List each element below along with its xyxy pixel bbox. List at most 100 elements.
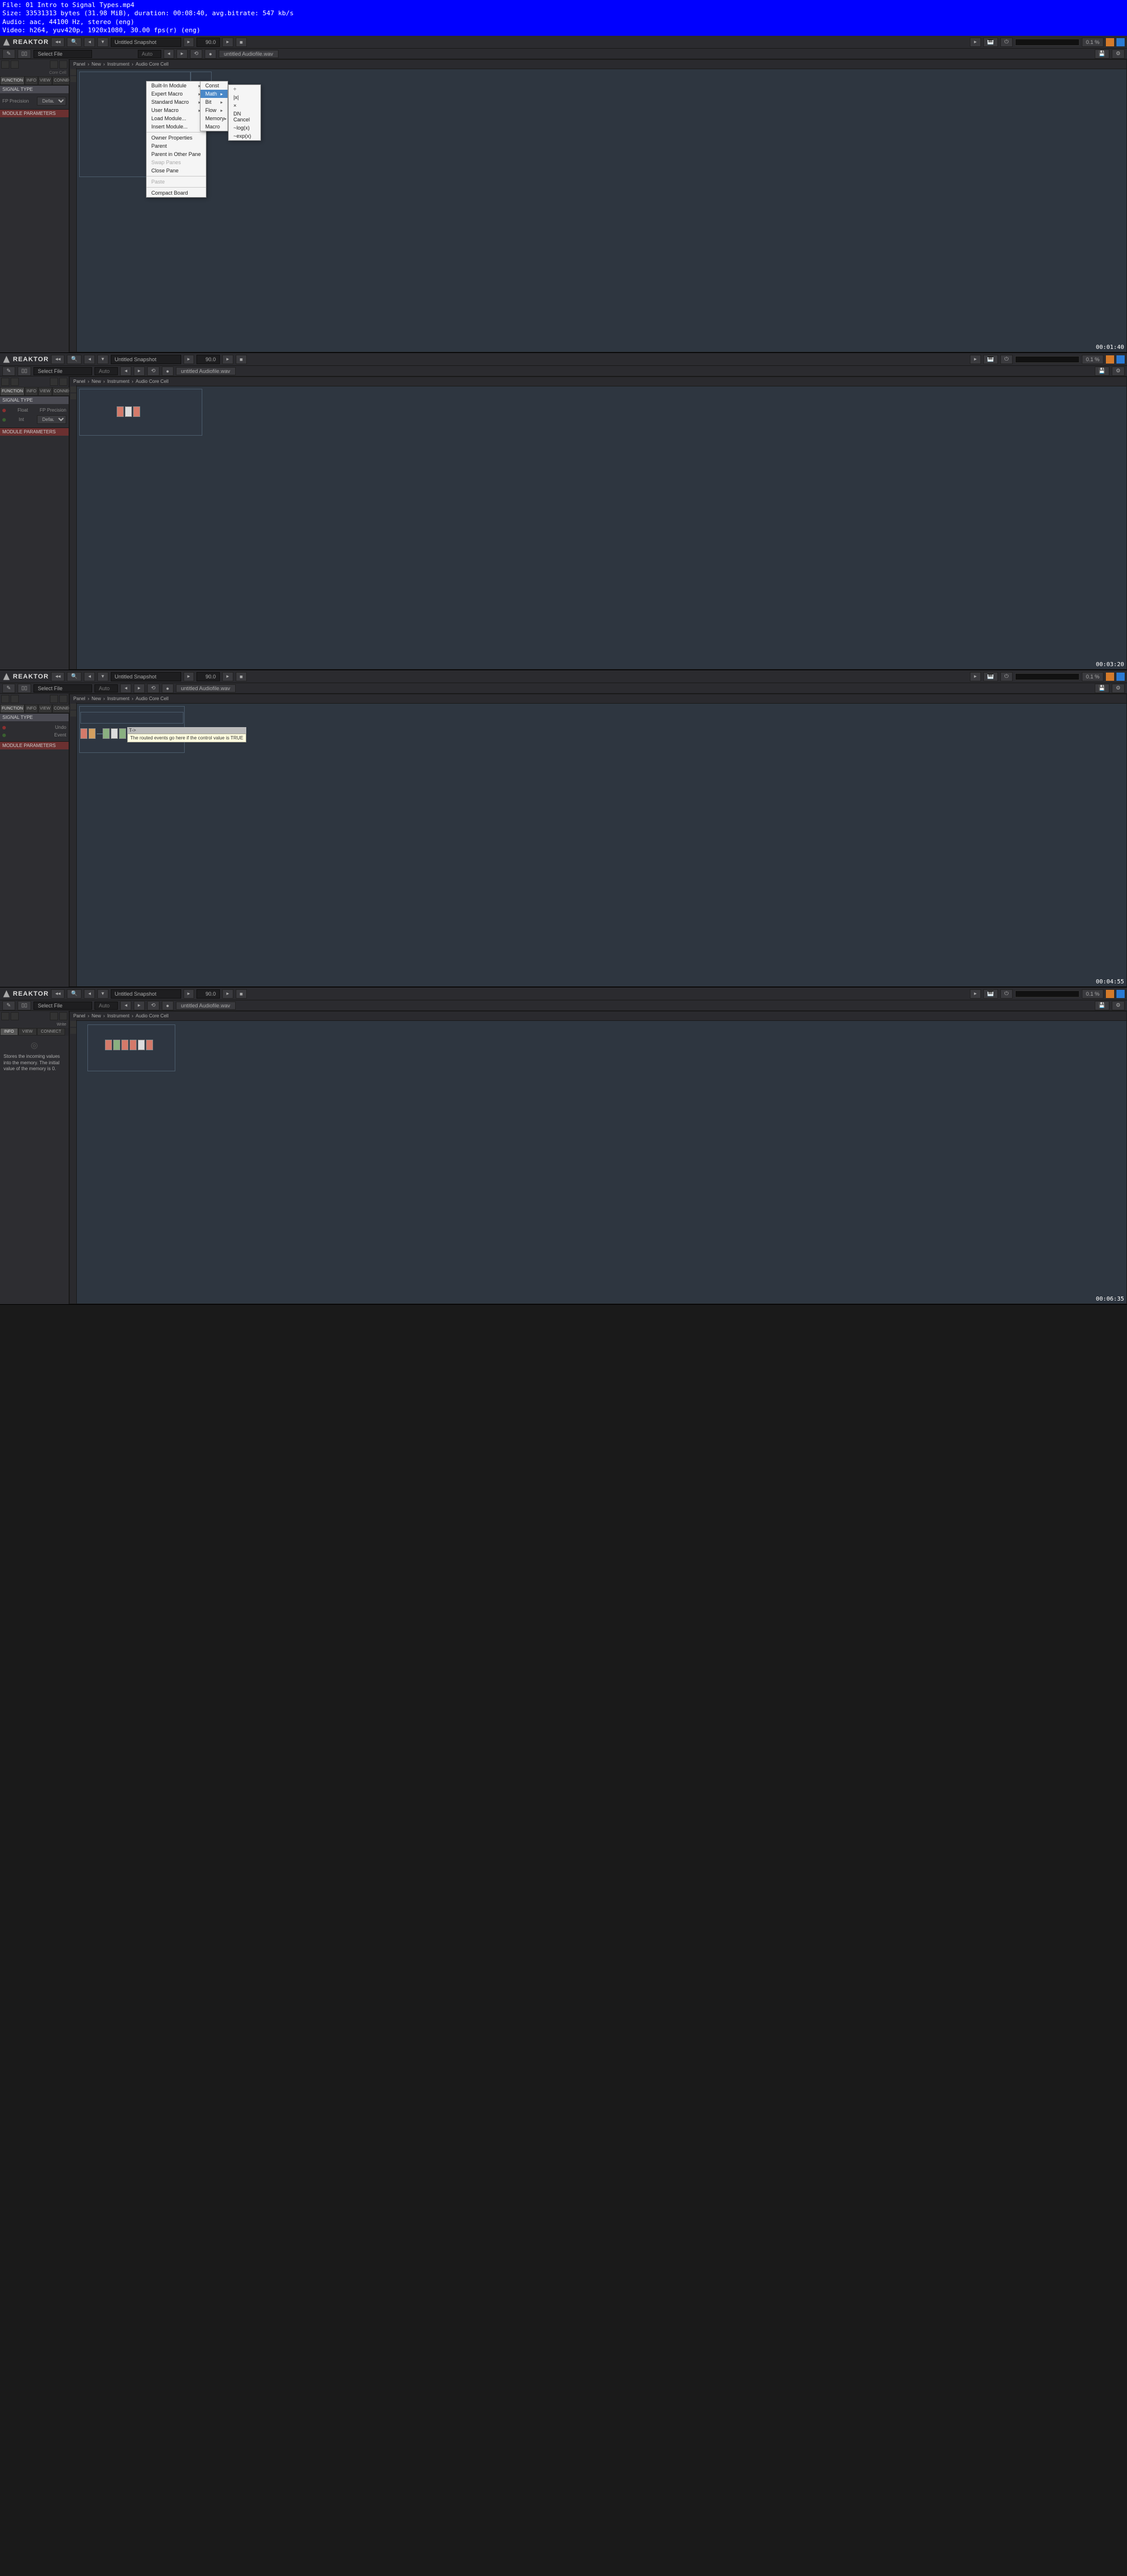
- node-2[interactable]: [89, 728, 96, 739]
- search-field[interactable]: [94, 684, 118, 693]
- bc-new[interactable]: New: [91, 1013, 101, 1019]
- side-4-icon[interactable]: [59, 695, 67, 703]
- nav-next-button[interactable]: ▸: [134, 684, 145, 693]
- tab-info[interactable]: INFO: [0, 1028, 18, 1036]
- tab-view[interactable]: VIEW: [38, 704, 52, 713]
- node-body[interactable]: [125, 406, 132, 417]
- layout-split-button[interactable]: ▯▯: [18, 366, 32, 376]
- stop-button[interactable]: ■: [236, 38, 247, 47]
- tb-save-button[interactable]: 💾: [1095, 1001, 1109, 1010]
- menu-parentother[interactable]: Parent in Other Pane: [147, 150, 206, 158]
- snapshot-prev-button[interactable]: ◂: [84, 672, 95, 681]
- audio-file-tab[interactable]: untitled Audiofile.wav: [176, 1002, 236, 1010]
- bc-cell[interactable]: Audio Core Cell: [135, 379, 168, 384]
- bc-new[interactable]: New: [91, 696, 101, 701]
- event-label[interactable]: Event: [55, 732, 66, 738]
- nav-next-button[interactable]: ▸: [176, 49, 188, 59]
- rewind-button[interactable]: ◂◂: [51, 989, 65, 999]
- power-button[interactable]: ⏻: [1000, 989, 1013, 999]
- tb-settings-button[interactable]: ⚙: [1112, 684, 1125, 693]
- midi-button[interactable]: 🎹: [983, 355, 998, 364]
- menu-parent[interactable]: Parent: [147, 142, 206, 150]
- snapshot-next-button[interactable]: ▸: [184, 672, 195, 681]
- side-4-icon[interactable]: [59, 1012, 67, 1020]
- side-3-icon[interactable]: [50, 60, 58, 69]
- midi-button[interactable]: 🎹: [983, 989, 998, 999]
- node-write-module[interactable]: [117, 406, 140, 417]
- midi-button[interactable]: 🎹: [983, 672, 998, 681]
- snapshot-name-field[interactable]: [111, 989, 181, 999]
- tab-info[interactable]: INFO: [25, 76, 38, 85]
- play-button[interactable]: ▸: [222, 672, 233, 681]
- bpm-field[interactable]: [196, 672, 220, 681]
- magnify-button[interactable]: 🔍: [67, 672, 82, 681]
- bpm-field[interactable]: [196, 38, 220, 47]
- snapshot-prev-button[interactable]: ◂: [84, 355, 95, 364]
- menu-close[interactable]: Close Pane: [147, 167, 206, 175]
- layout-split-button[interactable]: ▯▯: [18, 49, 32, 59]
- snapshot-name-field[interactable]: [111, 38, 181, 47]
- tb-save-button[interactable]: 💾: [1095, 366, 1109, 376]
- panel-a-button[interactable]: [1106, 38, 1114, 46]
- bc-cell[interactable]: Audio Core Cell: [135, 1013, 168, 1019]
- nav-next-button[interactable]: ▸: [134, 366, 145, 376]
- node-body[interactable]: [138, 1040, 145, 1050]
- panel-a-button[interactable]: [1106, 990, 1114, 998]
- bc-instrument[interactable]: Instrument: [107, 379, 130, 384]
- menu-math-3[interactable]: ×: [229, 101, 260, 110]
- side-2-icon[interactable]: [11, 60, 19, 69]
- menu-ownerprops[interactable]: Owner Properties: [147, 134, 206, 142]
- side-2-icon[interactable]: [11, 1012, 19, 1020]
- side-4-icon[interactable]: [59, 60, 67, 69]
- panel-b-button[interactable]: [1116, 38, 1125, 46]
- bc-instrument[interactable]: Instrument: [107, 1013, 130, 1019]
- midi-learn-button[interactable]: ▸: [970, 989, 981, 999]
- snapshot-next-button[interactable]: ▸: [184, 38, 195, 47]
- side-2-icon[interactable]: [11, 695, 19, 703]
- midi-learn-button[interactable]: ▸: [970, 38, 981, 47]
- search-field[interactable]: [138, 50, 161, 58]
- strip-add-button[interactable]: [70, 1021, 76, 1027]
- audio-file-tab[interactable]: untitled Audiofile.wav: [219, 50, 279, 58]
- strip-add-button[interactable]: [70, 386, 76, 392]
- snapshot-menu-button[interactable]: ▾: [97, 38, 108, 47]
- record-button[interactable]: ●: [162, 366, 173, 376]
- menu-math-6[interactable]: ~exp(x): [229, 132, 260, 140]
- tab-view[interactable]: VIEW: [38, 387, 52, 396]
- magnify-button[interactable]: 🔍: [67, 38, 82, 47]
- bc-instrument[interactable]: Instrument: [107, 696, 130, 701]
- tab-info[interactable]: INFO: [25, 704, 38, 713]
- menu-macro[interactable]: Macro: [201, 123, 228, 131]
- tab-function[interactable]: FUNCTION: [0, 387, 25, 396]
- audio-file-tab[interactable]: untitled Audiofile.wav: [176, 367, 236, 375]
- side-4-icon[interactable]: [59, 378, 67, 386]
- node-1[interactable]: [80, 728, 87, 739]
- search-field[interactable]: [94, 1002, 118, 1010]
- rewind-button[interactable]: ◂◂: [51, 38, 65, 47]
- strip-add-button[interactable]: [70, 69, 76, 75]
- menu-builtin[interactable]: Built-In Module▸: [147, 82, 206, 90]
- snapshot-next-button[interactable]: ▸: [184, 355, 195, 364]
- play-button[interactable]: ▸: [222, 38, 233, 47]
- menu-math-4[interactable]: DN Cancel: [229, 110, 260, 124]
- node-port-in[interactable]: [105, 1040, 112, 1050]
- loop-button[interactable]: ⟲: [147, 366, 160, 376]
- snapshot-menu-button[interactable]: ▾: [97, 989, 108, 999]
- snapshot-name-field[interactable]: [111, 355, 181, 364]
- side-search-icon[interactable]: [1, 695, 9, 703]
- menu-math-2[interactable]: |x|: [229, 93, 260, 101]
- structure-canvas[interactable]: Panel› New› Instrument› Audio Core Cell …: [69, 1011, 1127, 1304]
- select-file-field[interactable]: [33, 50, 92, 58]
- tb-settings-button[interactable]: ⚙: [1112, 49, 1125, 59]
- loop-button[interactable]: ⟲: [147, 684, 160, 693]
- menu-loadmod[interactable]: Load Module...: [147, 114, 206, 123]
- power-button[interactable]: ⏻: [1000, 38, 1013, 47]
- int-label[interactable]: Int: [19, 417, 24, 422]
- tab-view[interactable]: VIEW: [18, 1028, 37, 1036]
- bc-panel[interactable]: Panel: [73, 379, 85, 384]
- select-file-field[interactable]: [33, 367, 92, 375]
- node-3[interactable]: [103, 728, 110, 739]
- menu-insertmod[interactable]: Insert Module...: [147, 123, 206, 131]
- snapshot-name-field[interactable]: [111, 672, 181, 681]
- select-file-field[interactable]: [33, 1002, 92, 1010]
